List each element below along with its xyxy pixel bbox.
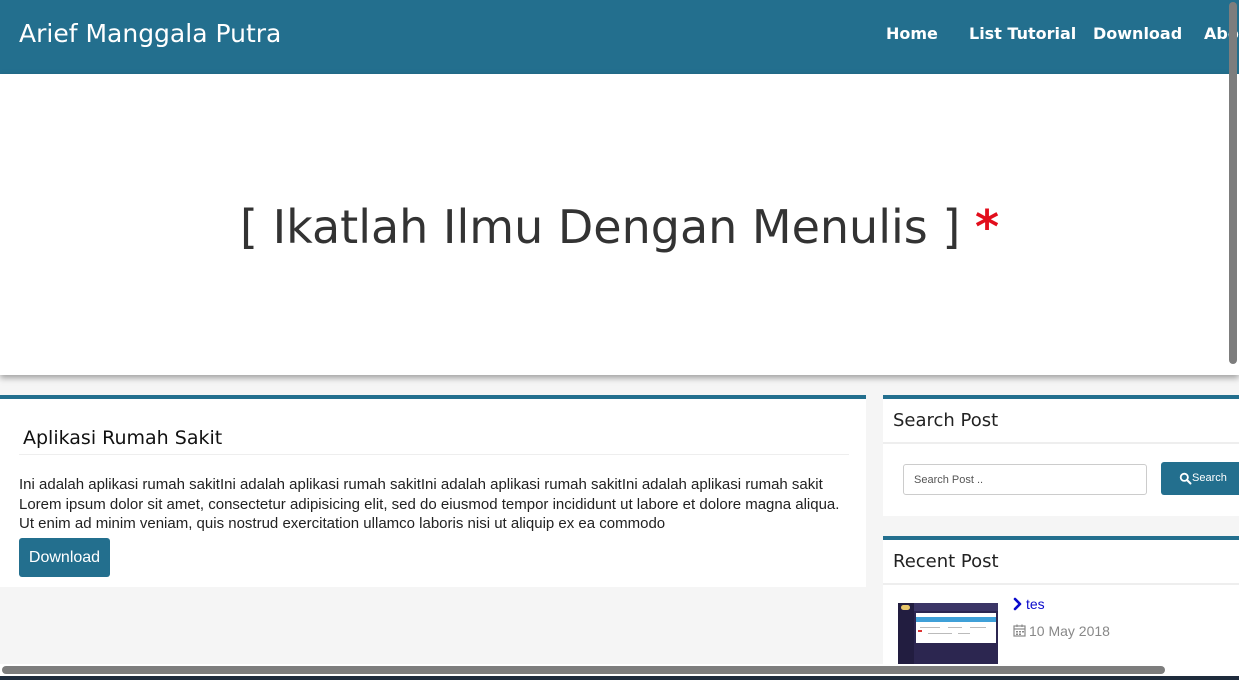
horizontal-scrollbar[interactable] [2,666,1165,674]
panel-divider [883,442,1239,444]
recent-post-link[interactable]: tes [1013,596,1045,612]
recent-panel-heading: Recent Post [893,551,999,572]
search-panel: Search Post Search [883,395,1239,516]
search-button-label: Search [1192,472,1227,484]
hero-heading: [ Ikatlah Ilmu Dengan Menulis ] * [0,200,1239,254]
calendar-icon [1013,624,1026,637]
search-input[interactable] [903,464,1147,495]
post-card: Aplikasi Rumah Sakit Ini adalah aplikasi… [0,395,866,587]
search-button[interactable]: Search [1161,462,1239,495]
post-divider [19,454,849,455]
footer-edge [0,676,1239,680]
panel-divider [883,583,1239,585]
recent-post-date: 10 May 2018 [1013,623,1110,639]
recent-post-title: tes [1026,596,1045,612]
recent-post-date-text: 10 May 2018 [1029,623,1110,639]
site-brand[interactable]: Arief Manggala Putra [19,19,281,48]
hero-banner: [ Ikatlah Ilmu Dengan Menulis ] * [0,74,1239,375]
nav-download[interactable]: Download [1093,24,1182,43]
chevron-right-icon [1013,597,1022,611]
vertical-scrollbar[interactable] [1229,2,1237,364]
nav-list-tutorial[interactable]: List Tutorial [969,24,1076,43]
search-panel-heading: Search Post [893,410,999,431]
search-icon [1179,472,1192,485]
recent-post-panel: Recent Post tes 10 May 2018 [883,536,1239,680]
hero-title-text: [ Ikatlah Ilmu Dengan Menulis ] [240,200,961,254]
download-button[interactable]: Download [19,538,110,577]
post-excerpt: Ini adalah aplikasi rumah sakitIni adala… [19,476,840,532]
nav-home[interactable]: Home [886,24,938,43]
recent-post-thumbnail[interactable] [898,603,998,667]
top-navbar: Arief Manggala Putra Home List Tutorial … [0,0,1239,74]
hero-star: * [974,200,999,254]
post-title[interactable]: Aplikasi Rumah Sakit [23,427,222,449]
